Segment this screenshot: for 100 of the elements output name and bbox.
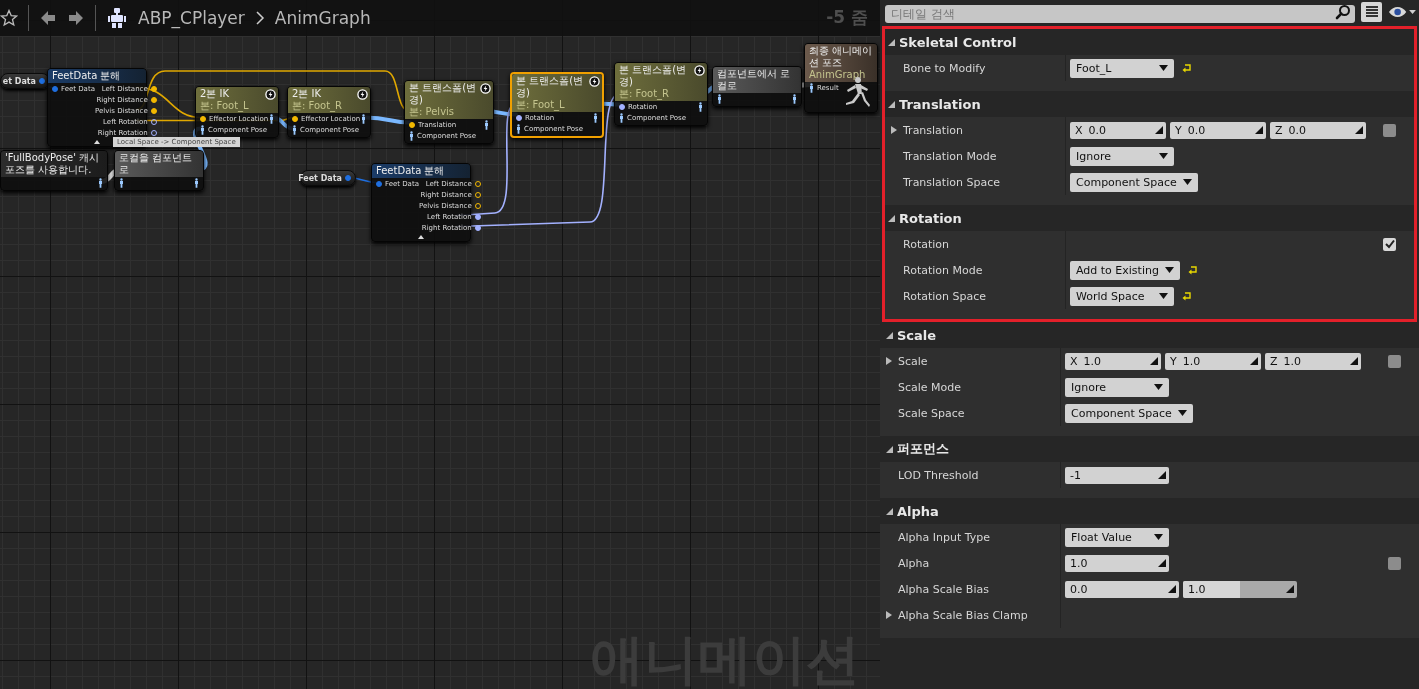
pose-pin-icon[interactable] <box>269 113 274 124</box>
reset-arrow-icon[interactable] <box>1187 265 1198 275</box>
number-field[interactable]: -1 <box>1065 466 1169 484</box>
drag-handle-icon[interactable] <box>1158 559 1166 567</box>
property-label: Translation Space <box>903 175 1000 189</box>
expand-arrow-icon[interactable] <box>891 126 897 134</box>
dropdown[interactable]: Foot_L <box>1070 58 1174 78</box>
eye-icon[interactable] <box>1388 4 1417 20</box>
drag-handle-icon[interactable] <box>1250 357 1258 365</box>
number-field[interactable]: 0.0 <box>1065 580 1179 598</box>
pose-pin-icon[interactable] <box>809 82 814 93</box>
pin-icon[interactable] <box>619 103 625 110</box>
expand-arrow-icon[interactable] <box>886 507 893 515</box>
breadcrumb-link[interactable]: ABP_CPlayer <box>138 8 245 28</box>
dropdown[interactable]: Float Value <box>1065 527 1169 547</box>
pose-pin-icon[interactable] <box>361 113 366 124</box>
pose-pin-icon[interactable] <box>792 93 797 104</box>
drag-handle-icon[interactable] <box>1158 471 1166 479</box>
section-header[interactable]: Rotation <box>885 205 1414 231</box>
property-label: Scale <box>898 354 928 368</box>
drag-handle-icon[interactable] <box>1150 357 1158 365</box>
number-field[interactable]: X 0.0 <box>1070 121 1166 139</box>
variable-node[interactable]: et Data <box>0 73 50 89</box>
expand-arrow-icon[interactable] <box>888 100 895 108</box>
pose-pin-icon[interactable] <box>200 124 205 135</box>
collapse-icon[interactable] <box>94 140 100 144</box>
pin-icon[interactable] <box>474 213 481 220</box>
expand-arrow-icon[interactable] <box>888 214 895 222</box>
expand-arrow-icon[interactable] <box>886 331 893 339</box>
pin-icon[interactable] <box>150 85 157 92</box>
drag-handle-icon[interactable] <box>1168 585 1176 593</box>
pose-pin-icon[interactable] <box>516 123 521 134</box>
drag-handle-icon[interactable] <box>1155 126 1163 134</box>
pin-icon[interactable] <box>292 115 298 122</box>
checkbox[interactable] <box>1383 123 1396 137</box>
checkbox[interactable] <box>1388 556 1401 570</box>
pose-pin-icon[interactable] <box>98 177 103 188</box>
dropdown[interactable]: Component Space <box>1070 172 1198 192</box>
forward-arrow-icon[interactable] <box>67 9 85 27</box>
dropdown[interactable]: World Space <box>1070 286 1174 306</box>
dropdown[interactable]: Add to Existing <box>1070 260 1180 280</box>
reset-arrow-icon[interactable] <box>1182 63 1192 73</box>
pin-icon[interactable] <box>409 121 415 128</box>
dropdown[interactable]: Ignore <box>1070 146 1174 166</box>
checkbox[interactable] <box>1388 354 1401 368</box>
number-field[interactable]: 1.0 <box>1065 554 1169 572</box>
drag-handle-icon[interactable] <box>1350 357 1358 365</box>
section-header[interactable]: 퍼포먼스 <box>880 436 1419 462</box>
reset-arrow-icon[interactable] <box>1182 291 1192 301</box>
drag-handle-icon[interactable] <box>1286 585 1294 593</box>
checkbox[interactable] <box>1383 237 1396 251</box>
graph-node[interactable]: 로컬을 컴포넌트로 <box>114 150 204 191</box>
breadcrumb-link[interactable]: AnimGraph <box>274 8 371 28</box>
star-icon[interactable] <box>0 9 18 27</box>
drag-handle-icon[interactable] <box>1255 126 1263 134</box>
graph-node[interactable]: 'FullBodyPose' 캐시 포즈를 사용합니다. <box>0 150 108 191</box>
section-title: Scale <box>897 327 937 343</box>
expand-arrow-icon[interactable] <box>886 357 892 365</box>
expand-arrow-icon[interactable] <box>886 445 893 453</box>
pose-pin-icon[interactable] <box>409 130 414 141</box>
pose-pin-icon[interactable] <box>292 124 297 135</box>
pose-pin-icon[interactable] <box>119 177 124 188</box>
pin-icon[interactable] <box>150 96 157 103</box>
section-header[interactable]: Alpha <box>880 498 1419 524</box>
expand-arrow-icon[interactable] <box>886 611 892 619</box>
pin-icon[interactable] <box>474 224 481 231</box>
number-field[interactable]: Z 1.0 <box>1265 352 1361 370</box>
property-label: Translation Mode <box>903 149 997 163</box>
bolt-icon <box>357 89 368 100</box>
section-header[interactable]: Translation <box>885 91 1414 117</box>
graph-canvas[interactable] <box>0 0 880 689</box>
collapse-icon[interactable] <box>418 235 424 239</box>
slider-field[interactable]: 1.0 <box>1183 580 1297 598</box>
node-title: FeetData 분해 <box>52 70 122 82</box>
dropdown[interactable]: Component Space <box>1065 403 1193 423</box>
variable-node[interactable]: Feet Data <box>300 170 356 186</box>
number-field[interactable]: Y 0.0 <box>1170 121 1266 139</box>
pose-pin-icon[interactable] <box>194 177 199 188</box>
pin-icon[interactable] <box>200 115 206 122</box>
pose-pin-icon[interactable] <box>698 101 703 112</box>
back-arrow-icon[interactable] <box>39 9 57 27</box>
view-options-button[interactable] <box>1361 2 1383 22</box>
pose-pin-icon[interactable] <box>593 112 598 123</box>
search-field[interactable]: 디테일 검색 <box>885 5 1355 23</box>
graph-node[interactable]: 컴포넌트에서 로컬로 <box>712 66 802 107</box>
pin-icon[interactable] <box>516 114 522 121</box>
pose-pin-icon[interactable] <box>484 119 489 130</box>
search-icon[interactable] <box>1335 4 1351 20</box>
section-header[interactable]: Scale <box>880 322 1419 348</box>
number-field[interactable]: Z 0.0 <box>1270 121 1366 139</box>
drag-handle-icon[interactable] <box>1355 126 1363 134</box>
pose-pin-icon[interactable] <box>619 112 624 123</box>
expand-arrow-icon[interactable] <box>888 38 895 46</box>
number-field[interactable]: Y 1.0 <box>1165 352 1261 370</box>
node-subtitle: 본: Foot_R <box>292 100 344 112</box>
pose-pin-icon[interactable] <box>717 93 722 104</box>
dropdown[interactable]: Ignore <box>1065 377 1169 397</box>
section-header[interactable]: Skeletal Control <box>885 29 1414 55</box>
pin-icon[interactable] <box>150 107 157 114</box>
number-field[interactable]: X 1.0 <box>1065 352 1161 370</box>
